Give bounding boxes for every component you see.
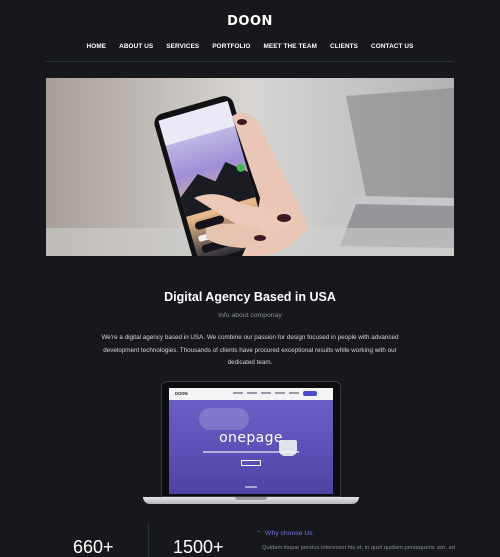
screen-nav-link xyxy=(247,392,257,394)
laptop-mockup: DOON onepage xyxy=(143,381,359,507)
nav-item-about-us[interactable]: ABOUT US xyxy=(119,43,153,50)
nav-item-portfolio[interactable]: PORTFOLIO xyxy=(212,43,250,50)
why-choose-us-text: Quidam lisque persius interesset his et,… xyxy=(262,545,456,551)
nav-item-services[interactable]: SERVICES xyxy=(166,43,199,50)
page-title: Digital Agency Based in USA xyxy=(164,290,336,304)
stat-value: 1500+ xyxy=(173,537,224,557)
page-subtitle: Info about componay xyxy=(218,312,282,319)
screen-nav-link xyxy=(275,392,285,394)
stats-divider xyxy=(148,523,149,557)
screen-slider-dots xyxy=(245,486,257,488)
screen-navbar: DOON xyxy=(169,388,333,400)
screen-nav-link xyxy=(261,392,271,394)
screen-hero-title: onepage xyxy=(219,430,283,446)
nav-item-home[interactable]: HOME xyxy=(87,43,107,50)
hero-image xyxy=(46,78,454,256)
screen-cta-button xyxy=(303,391,317,396)
main-nav: HOME ABOUT US SERVICES PORTFOLIO MEET TH… xyxy=(0,43,500,50)
chevron-up-icon: ⌃ xyxy=(256,531,262,537)
nav-item-meet-the-team[interactable]: MEET THE TEAM xyxy=(264,43,318,50)
laptop-notch xyxy=(235,497,267,500)
laptop-lid: DOON onepage xyxy=(161,381,341,497)
screen-nav-link xyxy=(289,392,299,394)
screen-nav-links xyxy=(233,392,299,394)
screen-hero xyxy=(169,400,333,494)
why-choose-us-toggle[interactable]: ⌃ Why choose Us xyxy=(256,530,313,537)
site-logo[interactable]: DOON xyxy=(0,14,500,29)
screen-hero-button xyxy=(241,460,261,466)
screen-hero-description xyxy=(203,451,299,453)
hero-phone-photo xyxy=(46,78,454,256)
why-choose-us-label: Why choose Us xyxy=(265,530,313,537)
nav-item-contact-us[interactable]: CONTACT US xyxy=(371,43,413,50)
screen-nav-link xyxy=(233,392,243,394)
about-description: We're a digital agency based in USA. We … xyxy=(101,334,399,366)
screen-logo: DOON xyxy=(175,391,188,396)
nav-item-clients[interactable]: CLIENTS xyxy=(330,43,358,50)
screen-hand-shape xyxy=(199,408,249,430)
laptop-screen: DOON onepage xyxy=(169,388,333,494)
stat-value: 660+ xyxy=(73,537,114,557)
nav-divider xyxy=(46,61,454,62)
